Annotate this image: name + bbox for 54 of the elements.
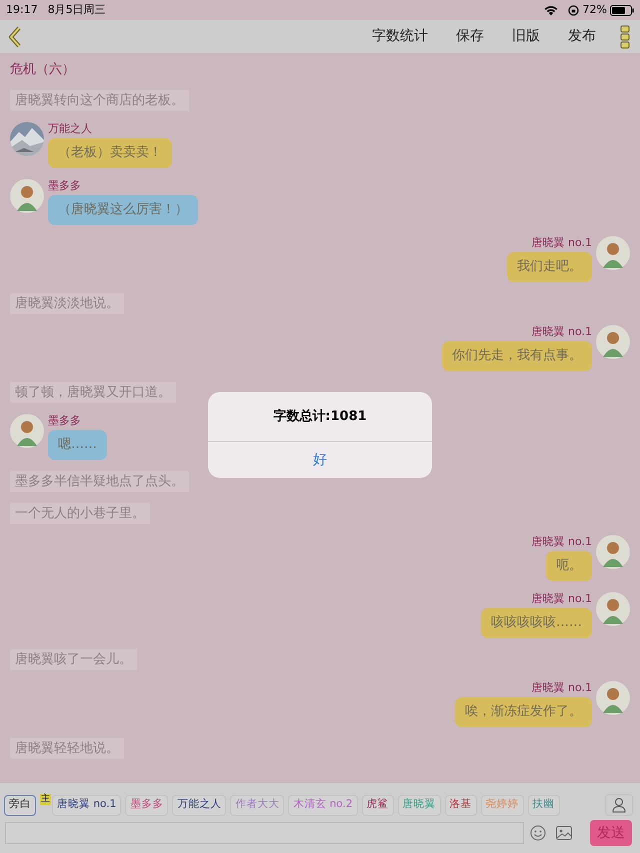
narration-text: 唐晓翼转向这个商店的老板。 [10, 90, 189, 111]
toolbar-button[interactable]: 保存 [456, 26, 484, 47]
narration-text: 墨多多半信半疑地点了点头。 [10, 471, 189, 492]
status-date: 8月5日周三 [48, 2, 106, 18]
battery-percent: 72% [582, 2, 607, 18]
narration-text: 唐晓翼咳了一会儿。 [10, 649, 137, 670]
narration-text: 顿了顿，唐晓翼又开口道。 [10, 382, 176, 403]
user-icon [612, 797, 626, 813]
battery-icon [610, 4, 634, 16]
toolbar-button[interactable]: 字数统计 [372, 26, 428, 47]
rotation-lock-icon [568, 4, 579, 16]
message-bubble: 咳咳咳咳咳…… [481, 608, 592, 638]
back-icon[interactable] [8, 26, 22, 48]
more-icon[interactable] [620, 24, 630, 48]
speaker-name: 唐晓翼 no.1 [532, 681, 592, 695]
narration-text: 一个无人的小巷子里。 [10, 503, 150, 524]
speaker-name: 唐晓翼 no.1 [532, 535, 592, 549]
image-icon[interactable] [556, 826, 572, 840]
character-chip[interactable]: 虎鲨 [362, 794, 394, 816]
toolbar-button[interactable]: 发布 [568, 26, 596, 47]
character-chip[interactable]: 唐晓翼 no.1 [52, 794, 122, 816]
message-bubble: 你们先走，我有点事。 [442, 341, 592, 371]
narration-text: 唐晓翼淡淡地说。 [10, 293, 124, 314]
message-bubble: 唉，渐冻症发作了。 [455, 697, 592, 727]
main-badge: 主 [40, 794, 51, 805]
chapter-title: 危机（六） [10, 61, 75, 79]
dialog-title: 字数总计:1081 [272, 408, 368, 426]
speaker-name: 墨多多 [48, 414, 81, 428]
status-time: 19:17 [6, 2, 38, 18]
ok-button[interactable]: 好 [208, 442, 432, 478]
character-chip[interactable]: 万能之人 [172, 794, 226, 816]
toolbar-button[interactable]: 旧版 [512, 26, 540, 47]
speaker-name: 唐晓翼 no.1 [532, 325, 592, 339]
speaker-name: 唐晓翼 no.1 [532, 592, 592, 606]
wifi-icon [544, 4, 558, 16]
message-bubble: 呃。 [546, 551, 592, 581]
speaker-name: 唐晓翼 no.1 [532, 236, 592, 250]
character-chip[interactable]: 扶幽 [528, 794, 560, 816]
contact-button[interactable] [605, 794, 633, 816]
character-chip[interactable]: 洛基 [444, 794, 476, 816]
character-chip[interactable]: 作者大大 [230, 794, 284, 816]
speaker-name: 万能之人 [48, 122, 92, 136]
character-chip[interactable]: 墨多多 [125, 794, 168, 816]
narration-text: 唐晓翼轻轻地说。 [10, 738, 124, 759]
message-bubble: （唐晓翼这么厉害！） [48, 195, 198, 225]
speaker-name: 墨多多 [48, 179, 81, 193]
message-bubble: （老板）卖卖卖！ [48, 138, 172, 168]
character-chip[interactable]: 旁白 [4, 794, 36, 816]
character-chip[interactable]: 木清玄 no.2 [288, 794, 358, 816]
message-input[interactable] [5, 822, 524, 844]
emoji-icon[interactable] [530, 825, 546, 841]
character-chip[interactable]: 唐晓翼 [398, 794, 440, 816]
message-bubble: 嗯…… [48, 430, 107, 460]
message-bubble: 我们走吧。 [507, 252, 592, 282]
